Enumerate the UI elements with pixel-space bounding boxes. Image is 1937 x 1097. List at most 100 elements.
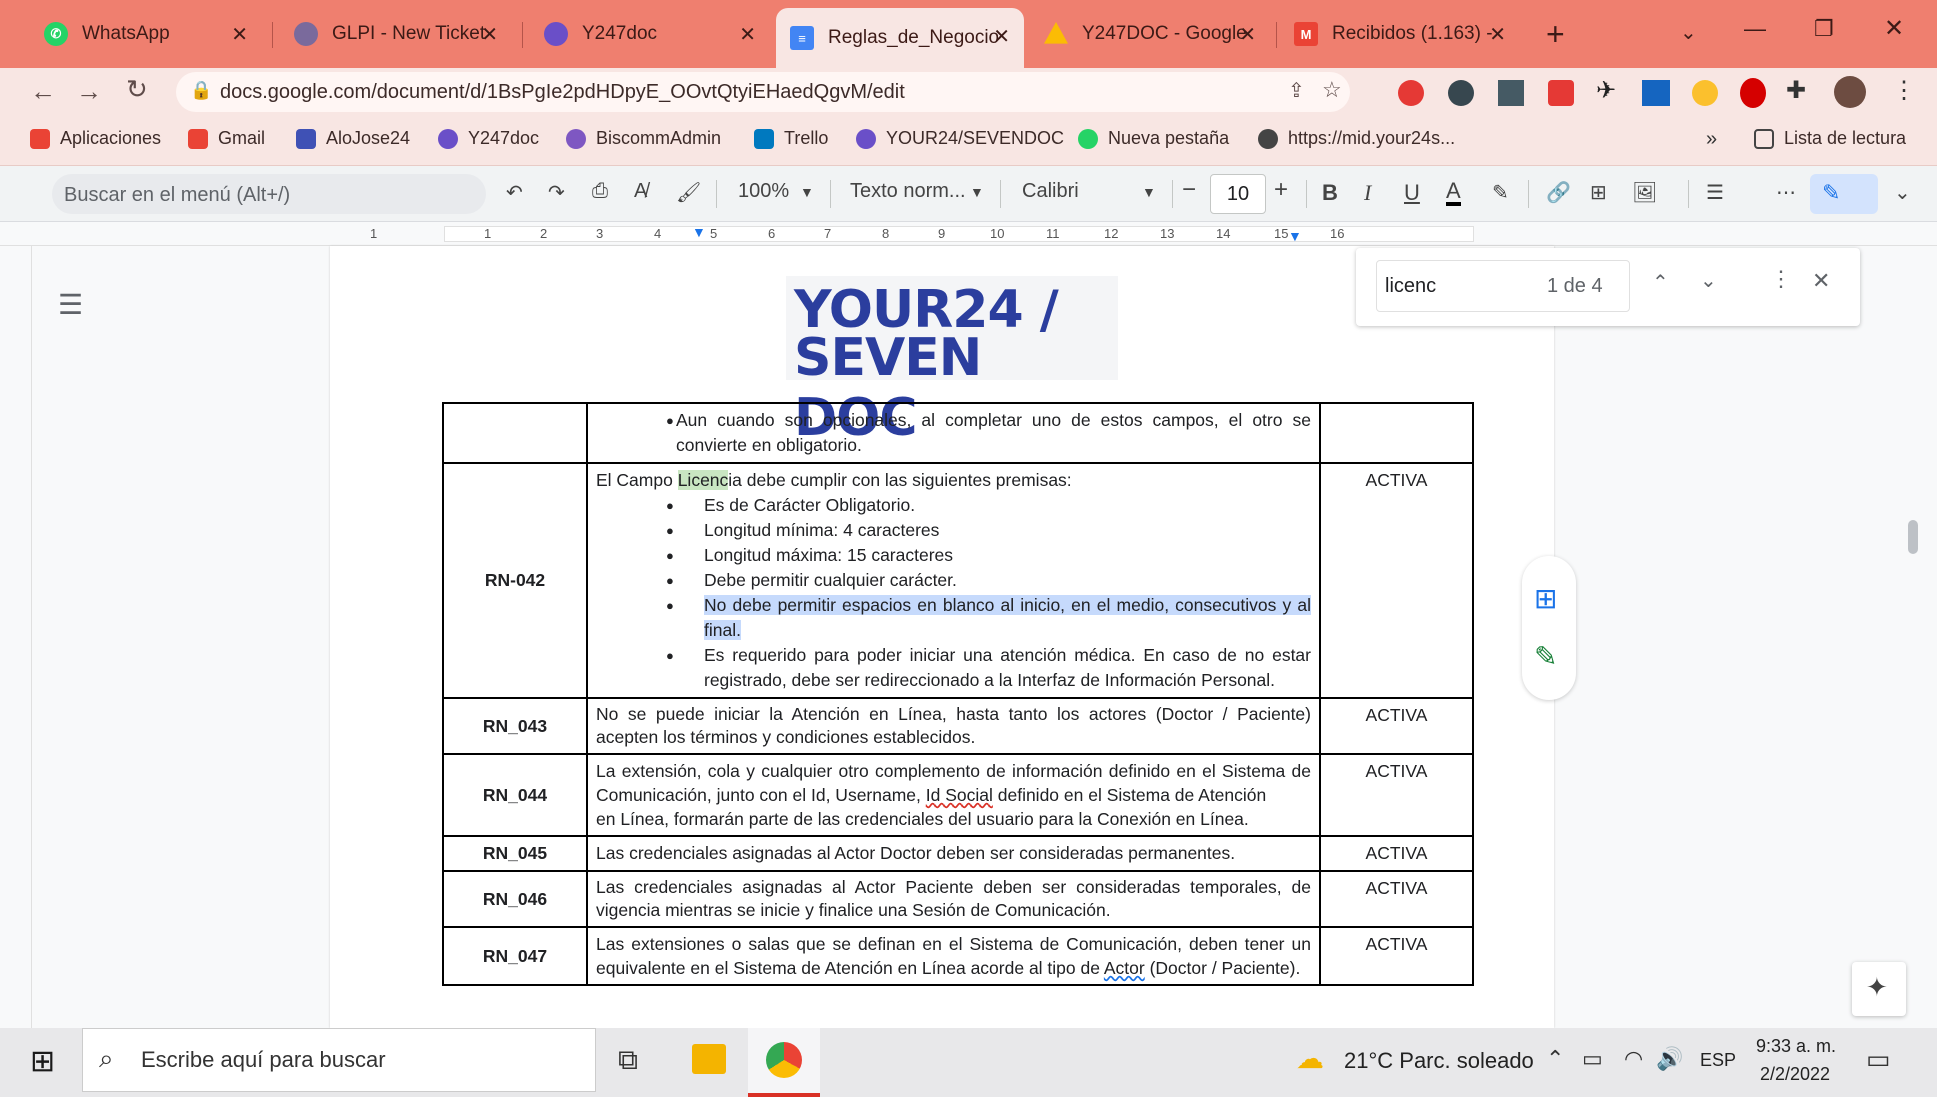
underline-button[interactable]: U	[1404, 180, 1420, 206]
vertical-ruler[interactable]	[10, 246, 32, 1028]
clock-date[interactable]: 2/2/2022	[1760, 1064, 1830, 1085]
right-indent-marker-icon[interactable]: ▼	[1288, 228, 1302, 244]
reading-list-button[interactable]: Lista de lectura	[1754, 128, 1906, 149]
rule-description-cell[interactable]: Las credenciales asignadas al Actor Paci…	[586, 870, 1321, 928]
add-comment-icon[interactable]: ⊞	[1590, 180, 1607, 205]
scrollbar-thumb[interactable]	[1908, 520, 1918, 554]
extension-icon[interactable]	[1448, 80, 1474, 106]
font-select[interactable]: Calibri	[1022, 180, 1079, 203]
taskbar-chrome[interactable]	[748, 1028, 820, 1097]
clock-time[interactable]: 9:33 a. m.	[1756, 1036, 1836, 1057]
find-input[interactable]: licenc 1 de 4	[1376, 260, 1630, 312]
menu-search-input[interactable]: Buscar en el menú (Alt+/)	[52, 174, 486, 214]
previous-match-icon[interactable]: ⌃	[1652, 270, 1669, 295]
tab-whatsapp[interactable]: ✆ WhatsApp ✕	[30, 12, 262, 56]
add-comment-icon[interactable]: ⊞	[1534, 582, 1557, 615]
editing-mode-button[interactable]: ✎	[1810, 174, 1878, 214]
bold-button[interactable]: B	[1322, 180, 1338, 206]
task-view-icon[interactable]: ⧉	[618, 1044, 638, 1077]
style-select[interactable]: Texto norm...	[850, 180, 966, 203]
italic-button[interactable]: I	[1364, 180, 1371, 206]
avatar[interactable]	[1834, 76, 1866, 108]
bookmark-aplicaciones[interactable]: Aplicaciones	[30, 128, 161, 149]
taskbar-search-input[interactable]: ⌕ Escribe aquí para buscar	[82, 1028, 596, 1092]
rule-description-cell[interactable]: Las credenciales asignadas al Actor Doct…	[586, 835, 1321, 872]
bookmark-star-icon[interactable]: ☆	[1322, 77, 1342, 103]
close-window-button[interactable]: ✕	[1884, 14, 1904, 43]
spellcheck-icon[interactable]: A̸	[634, 180, 647, 203]
tab-gmail[interactable]: M Recibidos (1.163) - ✕	[1280, 12, 1520, 56]
tab-glpi[interactable]: GLPI - New Ticket ✕	[280, 12, 512, 56]
zoom-select[interactable]: 100%	[738, 180, 789, 203]
selenium-icon[interactable]	[1498, 80, 1524, 106]
adblock-icon[interactable]	[1740, 78, 1766, 108]
rule-description-cell[interactable]: No se puede iniciar la Atención en Línea…	[586, 697, 1321, 755]
extension-icon[interactable]: ✈	[1596, 76, 1616, 105]
sof-icon[interactable]	[1642, 80, 1670, 106]
close-tab-icon[interactable]: ✕	[993, 24, 1010, 49]
bookmark-mid-your24s[interactable]: https://mid.your24s...	[1258, 128, 1455, 149]
horizontal-ruler[interactable]: 1 1 2 3 4 5 6 7 8 9 10 11 12 13 14 15 16…	[0, 222, 1937, 246]
tab-reglas-de-negocio[interactable]: ≡ Reglas_de_Negocio ✕	[776, 8, 1024, 68]
close-tab-icon[interactable]: ✕	[739, 22, 756, 47]
more-options-icon[interactable]: ⋯	[1776, 180, 1796, 205]
font-size-input[interactable]: 10	[1210, 174, 1266, 214]
insert-image-icon[interactable]: 🖼	[1632, 180, 1657, 205]
bookmark-nueva-pestana[interactable]: Nueva pestaña	[1078, 128, 1229, 149]
close-tab-icon[interactable]: ✕	[1239, 22, 1256, 47]
suggest-edit-icon[interactable]: ✎	[1534, 640, 1557, 673]
print-icon[interactable]: ⎙	[592, 180, 608, 203]
battery-icon[interactable]: ▭	[1582, 1046, 1603, 1072]
bookmark-gmail[interactable]: Gmail	[188, 128, 265, 149]
extensions-puzzle-icon[interactable]: ✚	[1786, 76, 1806, 105]
close-find-icon[interactable]: ✕	[1812, 268, 1830, 294]
bookmark-y247doc[interactable]: Y247doc	[438, 128, 539, 149]
bookmark-trello[interactable]: Trello	[754, 128, 828, 149]
windows-start-icon[interactable]: ⊞	[30, 1044, 55, 1079]
file-explorer-icon[interactable]	[692, 1044, 726, 1074]
restore-button[interactable]: ❐	[1814, 16, 1834, 42]
reload-button[interactable]: ↻	[126, 74, 148, 105]
bookmark-your24-sevendoc[interactable]: YOUR24/SEVENDOC	[856, 128, 1064, 149]
highlight-icon[interactable]: ✎	[1492, 180, 1509, 205]
minimize-button[interactable]: —	[1744, 16, 1766, 42]
omnibox[interactable]: 🔒 docs.google.com/document/d/1BsPgIe2pdH…	[176, 72, 1350, 112]
redo-icon[interactable]: ↷	[548, 180, 565, 205]
show-hidden-icons[interactable]: ⌃	[1546, 1046, 1564, 1072]
find-options-icon[interactable]: ⋮	[1770, 266, 1792, 292]
notifications-icon[interactable]: ▭	[1866, 1044, 1891, 1075]
extension-icon[interactable]	[1548, 80, 1574, 106]
paint-format-icon[interactable]: 🖌	[676, 180, 701, 205]
explore-button[interactable]: ✦	[1852, 962, 1906, 1016]
back-button[interactable]: ←	[30, 76, 56, 107]
indent-marker-icon[interactable]: ▼	[692, 224, 706, 240]
rule-description-cell[interactable]: La extensión, cola y cualquier otro comp…	[586, 753, 1321, 837]
forward-button[interactable]: →	[76, 76, 102, 107]
increase-font-size-button[interactable]: +	[1274, 176, 1288, 204]
more-bookmarks-icon[interactable]: »	[1706, 128, 1717, 151]
close-tab-icon[interactable]: ✕	[231, 22, 248, 47]
close-tab-icon[interactable]: ✕	[481, 22, 498, 47]
tab-google-drive[interactable]: Y247DOC - Google ✕	[1030, 12, 1270, 56]
new-tab-button[interactable]: +	[1546, 16, 1565, 53]
align-icon[interactable]: ☰	[1706, 180, 1724, 205]
undo-icon[interactable]: ↶	[506, 180, 523, 205]
document-outline-icon[interactable]: ☰	[58, 288, 83, 321]
extension-icon[interactable]	[1398, 80, 1424, 106]
rule-description-cell[interactable]: El Campo Licencia debe cumplir con las s…	[586, 462, 1321, 699]
rule-description-cell[interactable]: Aun cuando son opcionales, al completar …	[586, 402, 1321, 464]
extension-icon[interactable]	[1692, 80, 1718, 106]
chrome-menu-icon[interactable]: ⋮	[1892, 76, 1916, 105]
volume-icon[interactable]: 🔊	[1656, 1046, 1683, 1072]
tab-search-icon[interactable]: ⌄	[1680, 20, 1697, 45]
share-icon[interactable]: ⇪	[1288, 78, 1305, 103]
next-match-icon[interactable]: ⌄	[1700, 268, 1717, 293]
input-language[interactable]: ESP	[1700, 1050, 1736, 1071]
insert-link-icon[interactable]: 🔗	[1546, 180, 1571, 205]
text-color-button[interactable]: A	[1446, 180, 1461, 206]
tab-y247doc[interactable]: Y247doc ✕	[530, 12, 770, 56]
decrease-font-size-button[interactable]: −	[1182, 176, 1196, 204]
rule-description-cell[interactable]: Las extensiones o salas que se definan e…	[586, 926, 1321, 986]
close-tab-icon[interactable]: ✕	[1489, 22, 1506, 47]
collapse-toolbar-icon[interactable]: ⌄	[1894, 180, 1911, 205]
